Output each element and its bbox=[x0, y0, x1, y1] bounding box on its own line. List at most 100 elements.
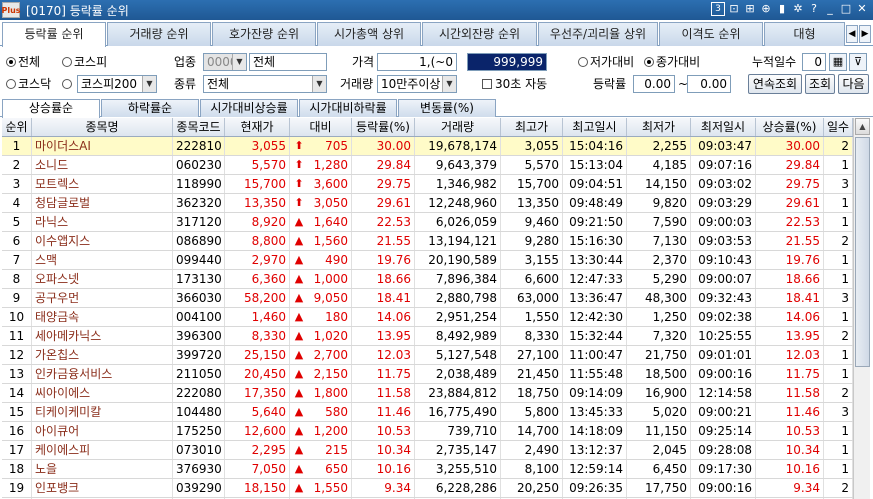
cell-low: 2,255 bbox=[627, 137, 691, 155]
volume-select[interactable]: 10만주이상 ▼ bbox=[377, 75, 457, 93]
table-row[interactable]: 17 케이에스피 073010 2,295 ▲ 215 10.34 2,735,147 2,49… bbox=[2, 441, 853, 460]
acc-days-input[interactable]: 0 bbox=[802, 53, 826, 71]
table-row[interactable]: 12 가온칩스 399720 25,150 ▲ 2,700 12.03 5,127,548 27… bbox=[2, 346, 853, 365]
help-icon[interactable]: ? bbox=[807, 2, 821, 16]
table-row[interactable]: 19 인포뱅크 039290 18,150 ▲ 1,550 9.34 6,228,286 20,… bbox=[2, 479, 853, 498]
table-row[interactable]: 4 청담글로벌 362320 13,350 ⬆ 3,050 29.61 12,248,960 1… bbox=[2, 194, 853, 213]
cell-high: 9,280 bbox=[501, 232, 563, 250]
tab-volume-rank[interactable]: 거래량 순위 bbox=[107, 22, 211, 46]
scroll-thumb[interactable] bbox=[855, 137, 870, 367]
cell-volume: 5,127,548 bbox=[415, 346, 501, 364]
tab-marketcap[interactable]: 시가총액 상위 bbox=[317, 22, 421, 46]
table-row[interactable]: 5 라닉스 317120 8,920 ▲ 1,640 22.53 6,026,059 9,460… bbox=[2, 213, 853, 232]
tab-next-icon[interactable]: ▶ bbox=[859, 25, 871, 43]
cell-low: 2,045 bbox=[627, 441, 691, 459]
col-rate[interactable]: 등락률(%) bbox=[352, 118, 415, 136]
col-low-time[interactable]: 최저일시 bbox=[691, 118, 756, 136]
sector-code-input[interactable]: 0000 ▼ bbox=[203, 53, 247, 71]
table-row[interactable]: 15 티케이케미칼 104480 5,640 ▲ 580 11.46 16,775,490 5,… bbox=[2, 403, 853, 422]
table-row[interactable]: 1 마이더스AI 222810 3,055 ⬆ 705 30.00 19,678,174 3,0… bbox=[2, 137, 853, 156]
search-button[interactable]: 조회 bbox=[805, 74, 835, 94]
cell-low-time: 09:00:03 bbox=[691, 213, 756, 231]
col-up-rate[interactable]: 상승률(%) bbox=[756, 118, 824, 136]
col-low[interactable]: 최저가 bbox=[627, 118, 691, 136]
table-row[interactable]: 16 아이큐어 175250 12,600 ▲ 1,200 10.53 739,710 14,7… bbox=[2, 422, 853, 441]
col-code[interactable]: 종목코드 bbox=[173, 118, 225, 136]
subtab-volatility[interactable]: 변동률(%) bbox=[398, 99, 496, 117]
calendar-icon[interactable]: ▦ bbox=[829, 53, 847, 71]
sub-tab-bar: 상승률순 하락률순 시가대비상승률 시가대비하락률 변동률(%) bbox=[0, 98, 873, 118]
tab-orderbook-rank[interactable]: 호가잔량 순위 bbox=[212, 22, 316, 46]
minimize-icon[interactable]: _ bbox=[823, 2, 837, 16]
col-name[interactable]: 종목명 bbox=[32, 118, 173, 136]
scroll-up-icon[interactable]: ▲ bbox=[855, 118, 870, 135]
radio-icon bbox=[6, 57, 16, 67]
link-icon[interactable]: ⊡ bbox=[727, 2, 741, 16]
col-diff[interactable]: 대비 bbox=[290, 118, 352, 136]
radio-market-all[interactable]: 전체 bbox=[6, 53, 40, 71]
table-row[interactable]: 18 노을 376930 7,050 ▲ 650 10.16 3,255,510 8,100 12… bbox=[2, 460, 853, 479]
subtab-open-rise[interactable]: 시가대비상승률 bbox=[200, 99, 298, 117]
vertical-scrollbar[interactable]: ▲ bbox=[853, 118, 870, 499]
table-row[interactable]: 3 모트렉스 118990 15,700 ⬆ 3,600 29.75 1,346,982 15,… bbox=[2, 175, 853, 194]
subtab-fall[interactable]: 하락률순 bbox=[101, 99, 199, 117]
tab-prev-icon[interactable]: ◀ bbox=[846, 25, 858, 43]
rate-from-input[interactable]: 0.00 bbox=[633, 75, 675, 93]
cell-name: 태양금속 bbox=[32, 308, 173, 326]
col-rank[interactable]: 순위 bbox=[2, 118, 32, 136]
zoom-icon[interactable]: ⊕ bbox=[759, 2, 773, 16]
table-row[interactable]: 7 스맥 099440 2,970 ▲ 490 19.76 20,190,589 3,155 13… bbox=[2, 251, 853, 270]
subtab-open-fall[interactable]: 시가대비하락률 bbox=[299, 99, 397, 117]
cell-diff: 580 bbox=[308, 403, 352, 421]
cell-low-time: 09:00:16 bbox=[691, 479, 756, 497]
col-price[interactable]: 현재가 bbox=[225, 118, 290, 136]
maximize-icon[interactable]: □ bbox=[839, 2, 853, 16]
tab-preferred[interactable]: 우선주/괴리율 상위 bbox=[538, 22, 658, 46]
filter-icon[interactable]: ⊽ bbox=[849, 53, 867, 71]
sector-name-input[interactable]: 전체 bbox=[249, 53, 327, 71]
radio-index[interactable] bbox=[62, 75, 74, 93]
continuous-search-button[interactable]: 연속조회 bbox=[748, 74, 802, 94]
table-row[interactable]: 11 세아메카닉스 396300 8,330 ▲ 1,020 13.95 8,492,989 8… bbox=[2, 327, 853, 346]
col-volume[interactable]: 거래량 bbox=[415, 118, 501, 136]
rate-to-input[interactable]: 0.00 bbox=[687, 75, 731, 93]
price-from-input[interactable]: 1,(~0 bbox=[377, 53, 457, 71]
price-to-input[interactable]: 999,999 bbox=[467, 53, 547, 71]
cell-diff: 1,560 bbox=[308, 232, 352, 250]
tab-large[interactable]: 대형 bbox=[764, 22, 845, 46]
cell-rank: 17 bbox=[2, 441, 32, 459]
radio-market-kosdaq[interactable]: 코스닥 bbox=[6, 75, 51, 93]
subtab-rise[interactable]: 상승률순 bbox=[2, 99, 100, 118]
pin-icon[interactable]: ▮ bbox=[775, 2, 789, 16]
table-row[interactable]: 14 씨아이에스 222080 17,350 ▲ 1,800 11.58 23,884,812… bbox=[2, 384, 853, 403]
table-row[interactable]: 9 공구우먼 366030 58,200 ▲ 9,050 18.41 2,880,798 63,… bbox=[2, 289, 853, 308]
cell-diff: 650 bbox=[308, 460, 352, 478]
tab-disparity[interactable]: 이격도 순위 bbox=[659, 22, 763, 46]
expand-icon[interactable]: ⊞ bbox=[743, 2, 757, 16]
table-row[interactable]: 10 태양금속 004100 1,460 ▲ 180 14.06 2,951,254 1,550… bbox=[2, 308, 853, 327]
cell-rate: 30.00 bbox=[352, 137, 415, 155]
cell-rank: 14 bbox=[2, 384, 32, 402]
col-high[interactable]: 최고가 bbox=[501, 118, 563, 136]
table-row[interactable]: 8 오파스넷 173130 6,360 ▲ 1,000 18.66 7,896,384 6,60… bbox=[2, 270, 853, 289]
tab-rate-rank[interactable]: 등락률 순위 bbox=[2, 22, 106, 47]
screen-number-icon[interactable]: 3 bbox=[711, 2, 725, 16]
table-row[interactable]: 2 소니드 060230 5,570 ⬆ 1,280 29.84 9,643,379 5,570… bbox=[2, 156, 853, 175]
auto-refresh-checkbox[interactable]: 30초 자동 bbox=[482, 75, 547, 93]
next-button[interactable]: 다음 bbox=[838, 74, 869, 94]
radio-vs-close[interactable]: 종가대비 bbox=[644, 53, 700, 71]
close-icon[interactable]: ✕ bbox=[855, 2, 869, 16]
cell-low-time: 09:03:47 bbox=[691, 137, 756, 155]
cell-diff: 180 bbox=[308, 308, 352, 326]
cell-high: 13,350 bbox=[501, 194, 563, 212]
settings-icon[interactable]: ✲ bbox=[791, 2, 805, 16]
kind-select[interactable]: 전체 ▼ bbox=[203, 75, 327, 93]
col-high-time[interactable]: 최고일시 bbox=[563, 118, 627, 136]
tab-afterhours[interactable]: 시간외잔량 순위 bbox=[422, 22, 537, 46]
table-row[interactable]: 13 인카금융서비스 211050 20,450 ▲ 2,150 11.75 2,038,48… bbox=[2, 365, 853, 384]
index-select[interactable]: 코스피200 ▼ bbox=[77, 75, 157, 93]
table-row[interactable]: 6 이수앱지스 086890 8,800 ▲ 1,560 21.55 13,194,121 9,… bbox=[2, 232, 853, 251]
radio-vs-low[interactable]: 저가대비 bbox=[578, 53, 634, 71]
radio-market-kospi[interactable]: 코스피 bbox=[62, 53, 107, 71]
col-days[interactable]: 일수 bbox=[824, 118, 853, 136]
